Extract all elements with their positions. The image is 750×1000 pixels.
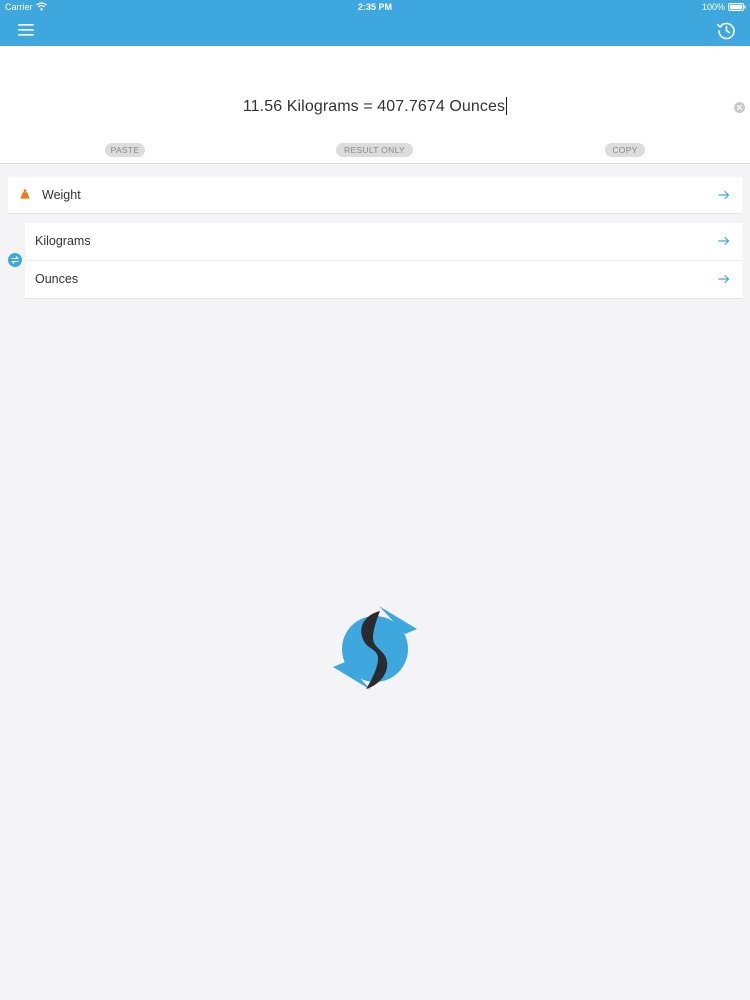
navigation-bar: Carrier 2:35 PM 100% [0,0,750,46]
paste-button[interactable]: PASTE [105,143,145,157]
arrow-right-icon [718,190,730,200]
from-unit-label: Kilograms [35,234,91,248]
conversion-input[interactable]: 11.56 Kilograms = 407.7674 Ounces [0,97,750,116]
from-unit-row[interactable]: Kilograms [25,223,742,261]
status-time: 2:35 PM [357,2,392,12]
conversion-expression-text: 11.56 Kilograms = 407.7674 Ounces [242,98,506,115]
arrow-right-icon [718,274,730,284]
clear-x-icon [736,104,743,111]
to-unit-label: Ounces [35,272,79,286]
units-selector-group: Kilograms Ounces [25,223,742,299]
hamburger-menu-icon[interactable] [14,20,38,40]
conversion-panel: 11.56 Kilograms = 407.7674 Ounces PASTE … [0,46,750,164]
clear-input-button[interactable] [734,102,745,113]
result-only-button[interactable]: RESULT ONLY [336,143,413,157]
battery-icon [728,3,746,11]
arrow-right-icon [718,236,730,246]
copy-button[interactable]: COPY [605,143,645,157]
category-selector-row[interactable]: Weight [8,177,742,214]
swap-icon [11,256,19,264]
swap-units-button[interactable] [8,253,22,267]
history-clock-icon[interactable] [714,18,738,42]
weight-icon [20,189,30,199]
to-unit-row[interactable]: Ounces [25,261,742,298]
status-bar: Carrier 2:35 PM 100% [0,0,750,14]
battery-percentage: 100% [701,2,725,12]
text-cursor [506,97,508,115]
app-logo-icon [333,606,417,690]
category-label: Weight [42,188,81,202]
